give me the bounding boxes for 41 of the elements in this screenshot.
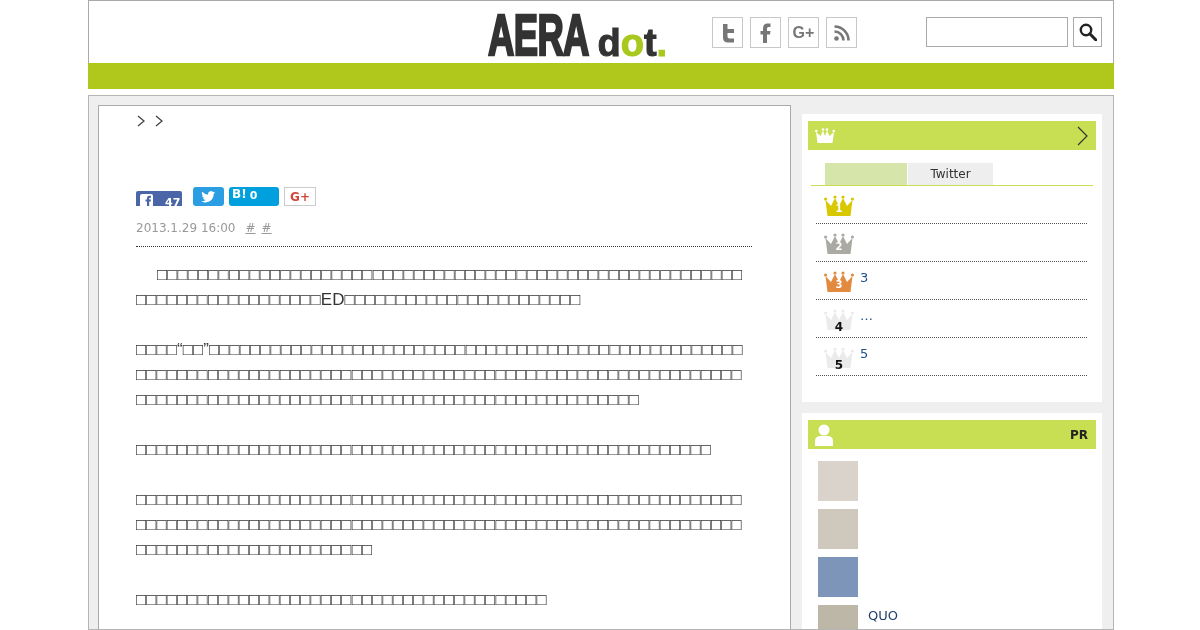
ranking-item[interactable]: 5 5 [816, 338, 1087, 376]
article-paragraph: □□□□□□□□□□□□□□□□□□□□□□□□□□□□□□□□□□□□□□□□ [136, 589, 548, 611]
article-date: 2013.1.29 16:00 [136, 221, 236, 235]
social-link[interactable] [826, 17, 857, 48]
rss-icon [833, 24, 850, 41]
ranking-item[interactable]: 4 … [816, 300, 1087, 338]
chevron-icon[interactable] [1077, 125, 1088, 146]
share-button[interactable]: G+ [284, 187, 316, 206]
ranking-tab[interactable]: Twitter [908, 163, 993, 185]
share-button[interactable] [193, 187, 224, 206]
rank-number: 3 [834, 279, 844, 291]
social-link[interactable] [750, 17, 781, 48]
article-paragraph: □□□□□□□□□□□□□□□□□□□□□□□□□□□□□□□□□□□□□□□□□□□□□□□□□□□□□□□□□□□□□□□□□□□□□□□□□□□ED□□□□□□□□□□□□□□□□□□□□□□□ [136, 264, 744, 311]
f-icon [140, 194, 153, 206]
crown-icon [815, 128, 835, 143]
search-field[interactable] [926, 17, 1068, 47]
social-link[interactable]: G+ [788, 17, 819, 48]
rank-number: 5 [833, 359, 845, 371]
share-button[interactable]: 47 [136, 191, 182, 206]
ranking-item[interactable]: 3 3 [816, 262, 1087, 300]
search-icon [1078, 23, 1097, 41]
rank-number: 1 [834, 203, 844, 215]
person-icon [815, 423, 833, 446]
search-button[interactable] [1073, 17, 1102, 47]
logo-suffix[interactable]: dot. [597, 27, 668, 59]
chevron-icon [155, 115, 163, 127]
rank-number: 2 [834, 241, 844, 253]
article-paragraph: □□□□□□□□□□□□□□□□□□□□□□□□□□□□□□□□□□□□□□□□□□□□□□□□□□□□□□□□ [136, 439, 712, 461]
pr-label: PR [1069, 428, 1088, 441]
social-link[interactable] [712, 17, 743, 48]
article-paragraph: □□□□□□□□□□□□□□□□□□□□□□□□□□□□□□□□□□□□□□□□□□□□□□□□□□□□□□□□□□□□□□□□□□□□□□□□□□□□□□□□□□□□□□□□□□□□□□□□□□□□□□□□□□□□□□□□□□□□□□□□□□□□□□□□□□□□□□□□□□□□□ [136, 489, 743, 561]
rank-number: 4 [833, 321, 845, 333]
bird-icon [201, 190, 216, 203]
f-icon [760, 22, 771, 43]
ranking-title[interactable]: 5 [860, 347, 869, 360]
chevron-icon [137, 115, 145, 127]
ranking-title[interactable]: … [860, 309, 873, 322]
ranking-title[interactable]: 3 [860, 271, 869, 284]
logo-wordmark[interactable]: AERA [488, 11, 589, 59]
pr-title[interactable]: QUO [868, 609, 898, 622]
article-paragraph: □□□□“□□”□□□□□□□□□□□□□□□□□□□□□□□□□□□□□□□□□□□□□□□□□□□□□□□□□□□□□□□□□□□□□□□□□□□□□□□□□□□□□□□□□□□□□□□□□□□□□□□□□□□□□□□□□□□□□□□□□□□□□□□□□□□□□□□□□□□□□□□□□□□□□□□□□□□□□□□□□□□□□□□□ [136, 339, 744, 411]
